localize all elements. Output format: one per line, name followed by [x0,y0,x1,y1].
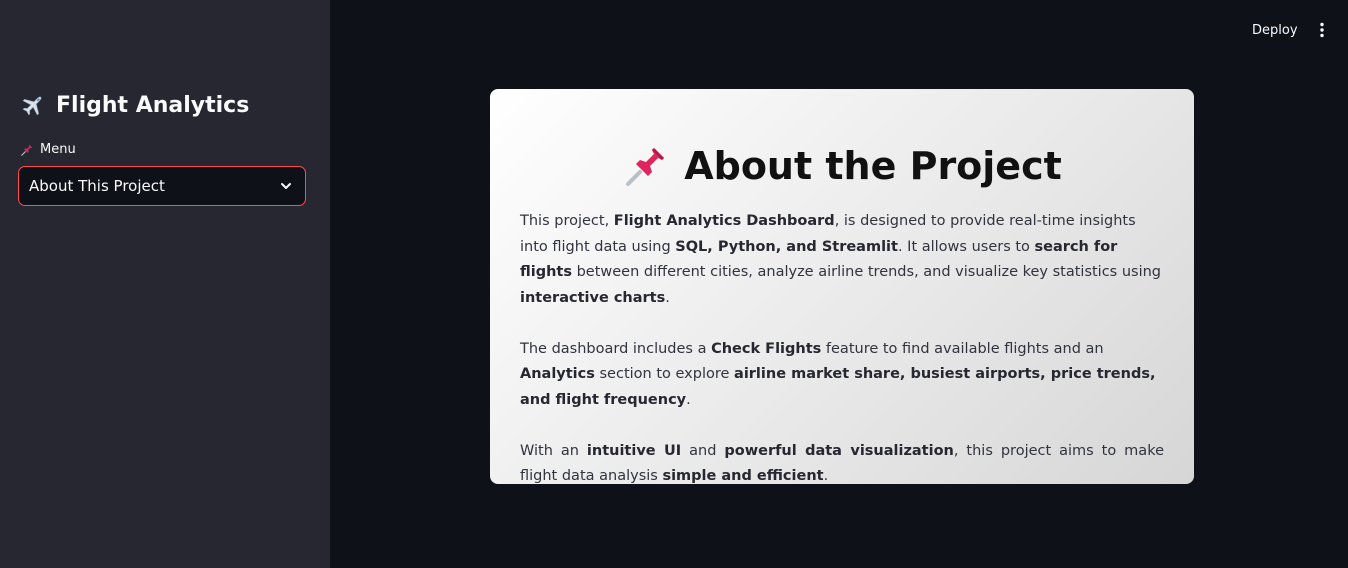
sidebar-title-text: Flight Analytics [56,92,250,118]
deploy-button[interactable]: Deploy [1244,18,1306,42]
text: The dashboard includes a [520,340,712,357]
chevron-down-icon[interactable] [279,179,293,193]
bold-text: simple and efficient [662,468,824,484]
bold-text: Flight Analytics Dashboard [613,213,835,229]
paragraph-summary: With an intuitive UI and powerful data v… [520,439,1164,490]
bold-text: Analytics [520,366,595,382]
card-title-text: About the Project [684,144,1062,188]
text: section to explore [594,366,735,382]
app-root: Flight Analytics Menu About This Project… [0,0,1348,568]
bold-text: Check Flights [711,340,822,357]
menu-label-text: Menu [40,142,76,157]
pushpin-icon [20,143,34,157]
menu-select-value: About This Project [29,177,165,195]
bold-text: intuitive UI [586,442,682,459]
menu-select[interactable]: About This Project [18,166,306,206]
text: feature to find available flights and an [821,340,1104,357]
paragraph-intro: This project, Flight Analytics Dashboard… [520,209,1164,311]
text: . [665,289,670,306]
menu-label: Menu [20,142,76,157]
text: . [686,391,691,408]
sidebar-title: Flight Analytics [20,92,249,118]
kebab-icon[interactable] [1312,18,1332,42]
bold-text: SQL, Python, and Streamlit [675,238,898,255]
text: . [823,468,829,484]
card-body: This project, Flight Analytics Dashboard… [520,209,1164,490]
bold-text: interactive charts [520,289,666,306]
paragraph-features: The dashboard includes a Check Flights f… [520,337,1164,414]
text: This project, [520,213,614,229]
card-title: About the Project [520,141,1164,191]
pushpin-icon [622,142,670,190]
text: and [681,442,725,459]
text: . It allows users to [897,238,1035,255]
airplane-icon [20,92,46,118]
bold-text: powerful data visualization [724,442,954,459]
sidebar: Flight Analytics Menu About This Project [0,0,330,568]
text: With an [520,442,587,459]
text: between different cities, analyze airlin… [571,264,1162,280]
about-card: About the Project This project, Flight A… [490,89,1194,484]
